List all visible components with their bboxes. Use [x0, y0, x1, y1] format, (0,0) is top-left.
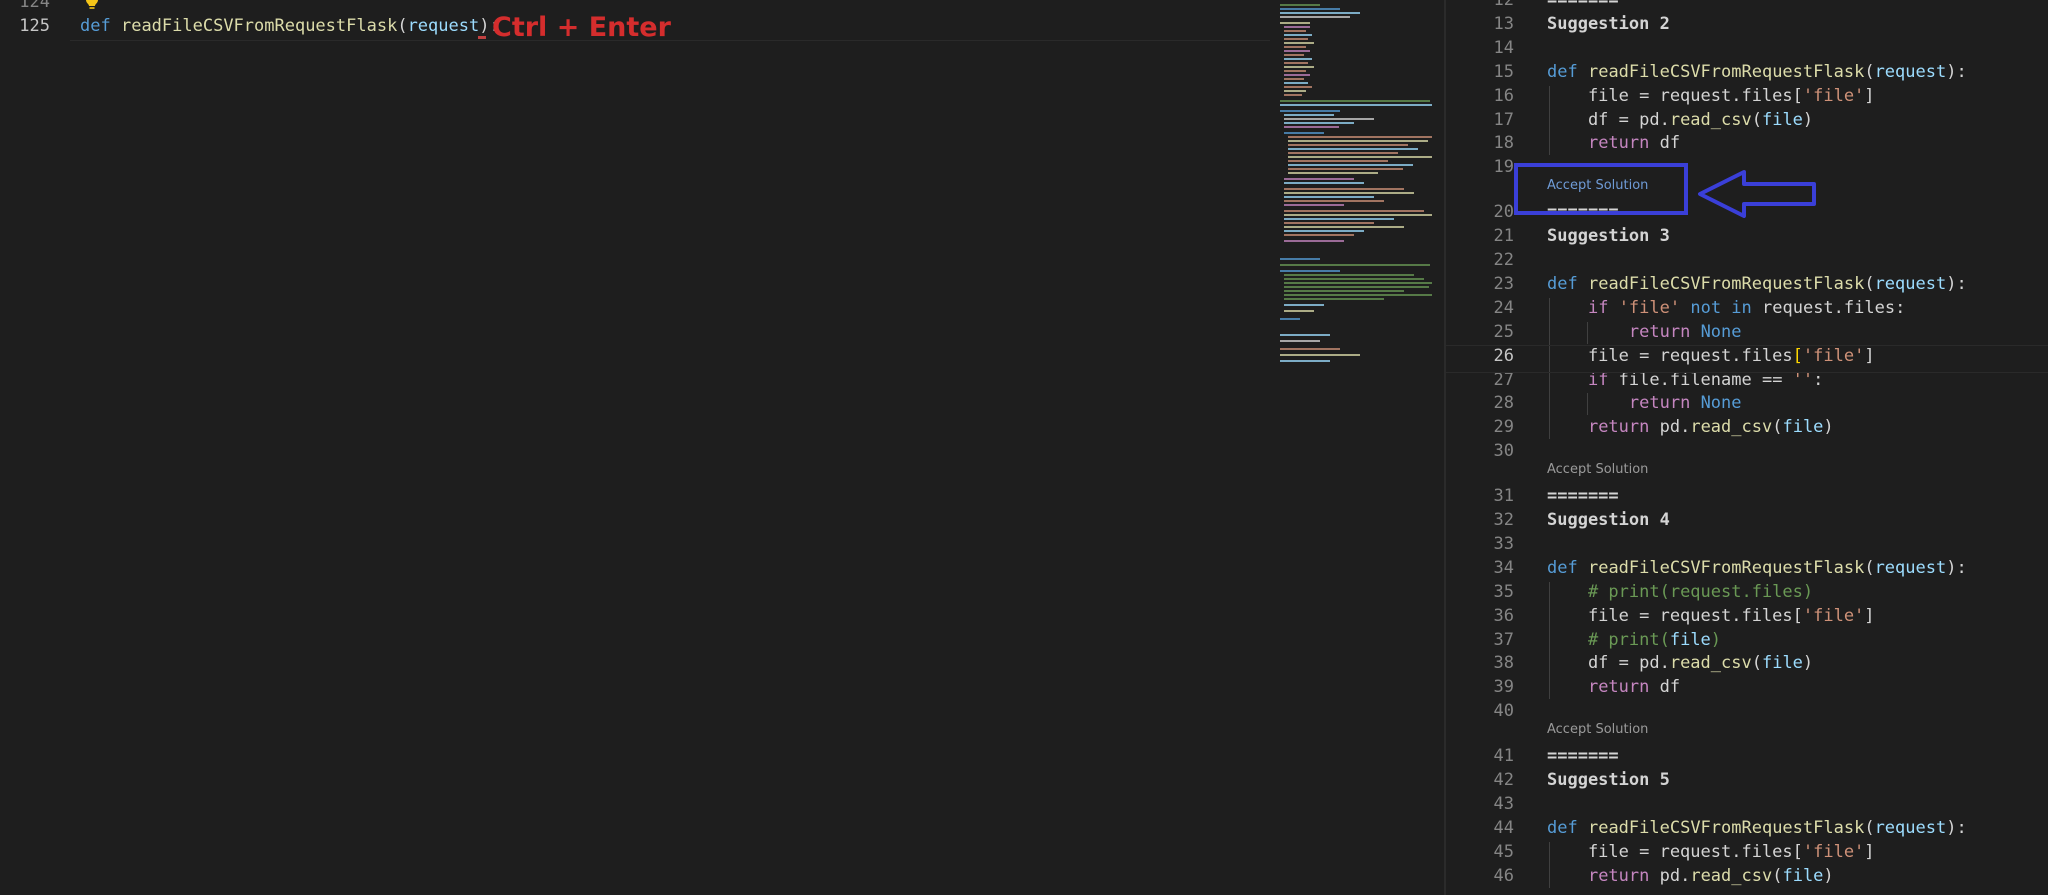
- indent-guide: [1587, 393, 1588, 416]
- minimap[interactable]: [1278, 0, 1444, 380]
- function-name: readFileCSVFromRequestFlask: [120, 16, 398, 36]
- code-line[interactable]: def readFileCSVFromRequestFlask(request)…: [1547, 818, 1967, 838]
- line-number: 16: [1493, 85, 1514, 106]
- suggestion-separator[interactable]: =======: [1547, 0, 1619, 10]
- line-number: 15: [1493, 61, 1514, 82]
- code-line[interactable]: if 'file' not in request.files:: [1547, 298, 1905, 318]
- code-line[interactable]: return df: [1547, 133, 1680, 153]
- line-number: 31: [1493, 486, 1514, 507]
- line-number: 40: [1493, 701, 1514, 722]
- code-line-125[interactable]: def readFileCSVFromRequestFlask(request)…: [80, 16, 500, 36]
- code-line[interactable]: def readFileCSVFromRequestFlask(request)…: [1547, 558, 1967, 578]
- line-number: 18: [1493, 133, 1514, 154]
- ctrl-enter-hint: Ctrl + Enter: [492, 12, 671, 43]
- code-line[interactable]: return None: [1547, 322, 1742, 342]
- indent-guide: [1549, 85, 1550, 156]
- indent-guide: [1549, 841, 1550, 888]
- hint-squiggle: [478, 36, 486, 39]
- code-line[interactable]: return pd.read_csv(file): [1547, 866, 1834, 886]
- code-line[interactable]: file = request.files['file']: [1547, 86, 1875, 106]
- line-number: 46: [1493, 865, 1514, 886]
- active-line-highlight: [1446, 345, 2048, 373]
- line-number: 124: [19, 0, 50, 12]
- code-line[interactable]: def readFileCSVFromRequestFlask(request)…: [1547, 62, 1967, 82]
- suggestion-separator[interactable]: =======: [1547, 746, 1619, 766]
- code-line[interactable]: return pd.read_csv(file): [1547, 417, 1834, 437]
- line-number: 13: [1493, 13, 1514, 34]
- main-editor[interactable]: 124 125 def readFileCSVFromRequestFlask(…: [0, 0, 1444, 895]
- keyword-def: def: [80, 16, 111, 36]
- line-number: 35: [1493, 581, 1514, 602]
- line-number: 29: [1493, 417, 1514, 438]
- line-number: 19: [1493, 157, 1514, 178]
- line-number: 32: [1493, 510, 1514, 530]
- line-number: 17: [1493, 109, 1514, 130]
- line-number: 23: [1493, 273, 1514, 294]
- open-paren: (: [397, 16, 408, 36]
- suggestion-heading[interactable]: Suggestion 2: [1547, 14, 1670, 34]
- indent-guide: [1587, 321, 1588, 344]
- suggestions-panel[interactable]: 12 ======= 13 Suggestion 2 14 15 def readFileC…: [1446, 0, 2048, 895]
- accept-solution-link[interactable]: Accept Solution: [1547, 462, 1648, 477]
- suggestion-heading[interactable]: Suggestion 5: [1547, 770, 1670, 790]
- lightbulb-icon[interactable]: [84, 0, 100, 10]
- line-number: 41: [1493, 746, 1514, 767]
- line-number-gutter: 124 125: [0, 0, 68, 895]
- line-number: 43: [1493, 793, 1514, 814]
- line-number: 22: [1493, 250, 1514, 270]
- line-number: 28: [1493, 393, 1514, 414]
- line-number: 14: [1493, 37, 1514, 58]
- line-number: 44: [1493, 817, 1514, 838]
- code-line[interactable]: return None: [1547, 393, 1742, 413]
- line-number: 30: [1493, 441, 1514, 462]
- vertical-scrollbar[interactable]: [1432, 0, 1444, 895]
- line-number: 21: [1493, 226, 1514, 247]
- line-number: 37: [1493, 629, 1514, 650]
- code-line[interactable]: def readFileCSVFromRequestFlask(request)…: [1547, 274, 1967, 294]
- line-number: 33: [1493, 533, 1514, 554]
- line-number: 36: [1493, 605, 1514, 626]
- suggestion-heading[interactable]: Suggestion 4: [1547, 510, 1670, 530]
- line-number: 38: [1493, 653, 1514, 674]
- code-line[interactable]: file = request.files['file']: [1547, 842, 1875, 862]
- line-number: 42: [1493, 770, 1514, 790]
- line-number: 125: [19, 16, 50, 36]
- suggestion-heading[interactable]: Suggestion 3: [1547, 226, 1670, 246]
- code-line[interactable]: # print(request.files): [1547, 582, 1813, 602]
- line-number: 34: [1493, 557, 1514, 578]
- line-number: 20: [1493, 202, 1514, 223]
- code-line[interactable]: file = request.files['file']: [1547, 606, 1875, 626]
- line-number: 24: [1493, 297, 1514, 318]
- accept-solution-link[interactable]: Accept Solution: [1547, 722, 1648, 737]
- line-number: 25: [1493, 321, 1514, 342]
- left-arrow-icon: [1698, 170, 1816, 218]
- line-number: 39: [1493, 677, 1514, 698]
- code-line[interactable]: df = pd.read_csv(file): [1547, 110, 1813, 130]
- indent-guide: [1549, 581, 1550, 700]
- accept-solution-highlight-box: [1514, 163, 1688, 215]
- line-number: 12: [1493, 0, 1514, 10]
- code-line[interactable]: df = pd.read_csv(file): [1547, 653, 1813, 673]
- line-number: 45: [1493, 841, 1514, 862]
- code-line[interactable]: # print(file): [1547, 630, 1721, 650]
- param-request: request: [407, 16, 480, 36]
- suggestion-separator[interactable]: =======: [1547, 486, 1619, 506]
- code-line[interactable]: return df: [1547, 677, 1680, 697]
